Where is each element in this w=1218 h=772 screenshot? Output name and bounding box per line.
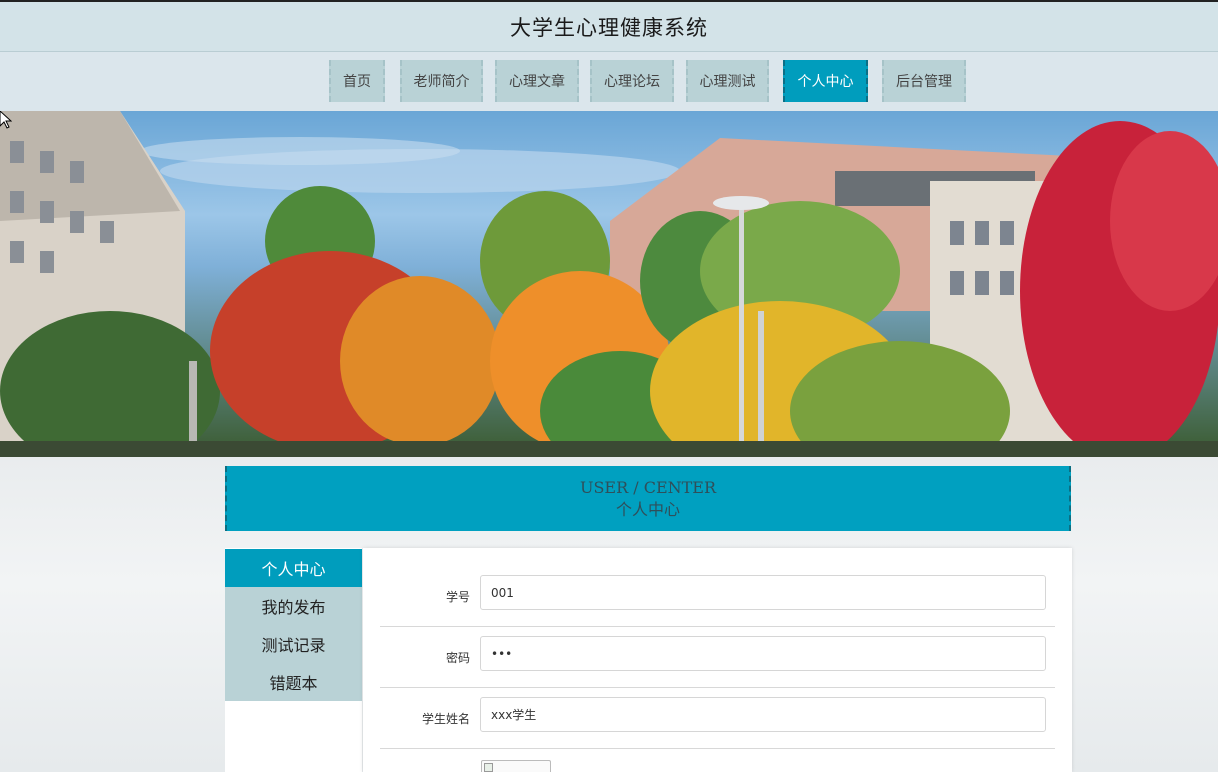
nav-item-forum[interactable]: 心理论坛 [590,60,674,102]
main-nav: 首页 老师简介 心理文章 心理论坛 心理测试 个人中心 后台管理 [0,52,1218,111]
nav-item-articles[interactable]: 心理文章 [495,60,579,102]
profile-form: 学号 密码 学生姓名 [363,548,1072,772]
nav-item-tests[interactable]: 心理测试 [686,60,769,102]
avatar-image[interactable] [481,760,551,772]
sidebar-item-user-center[interactable]: 个人中心 [225,549,362,587]
student-name-label: 学生姓名 [421,712,470,726]
mouse-cursor-icon [0,111,12,129]
student-id-input[interactable] [480,575,1046,610]
sidebar-item-test-records[interactable]: 测试记录 [225,625,362,663]
form-row-student-name: 学生姓名 [380,688,1055,749]
campus-banner-image [0,111,1218,457]
password-label: 密码 [445,651,470,665]
password-input[interactable] [480,636,1046,671]
section-title-en: USER / CENTER [579,477,717,497]
sidebar-item-my-posts[interactable]: 我的发布 [225,587,362,625]
broken-image-icon [484,763,493,772]
nav-item-home[interactable]: 首页 [329,60,385,102]
nav-item-admin[interactable]: 后台管理 [882,60,966,102]
nav-item-user-center[interactable]: 个人中心 [783,60,868,102]
form-row-student-id: 学号 [380,566,1055,627]
banner-illustration [0,111,1218,457]
form-row-password: 密码 [380,627,1055,688]
site-title: 大学生心理健康系统 [510,15,708,40]
student-id-label: 学号 [445,590,470,604]
sidebar-item-wrong-questions[interactable]: 错题本 [225,663,362,701]
section-title-cn: 个人中心 [615,499,680,519]
student-name-input[interactable] [480,697,1046,732]
nav-item-teachers[interactable]: 老师简介 [400,60,483,102]
title-bar: 大学生心理健康系统 [0,0,1218,52]
user-sidebar: 个人中心 我的发布 测试记录 错题本 [225,548,362,772]
section-header: USER / CENTER 个人中心 [225,466,1071,531]
